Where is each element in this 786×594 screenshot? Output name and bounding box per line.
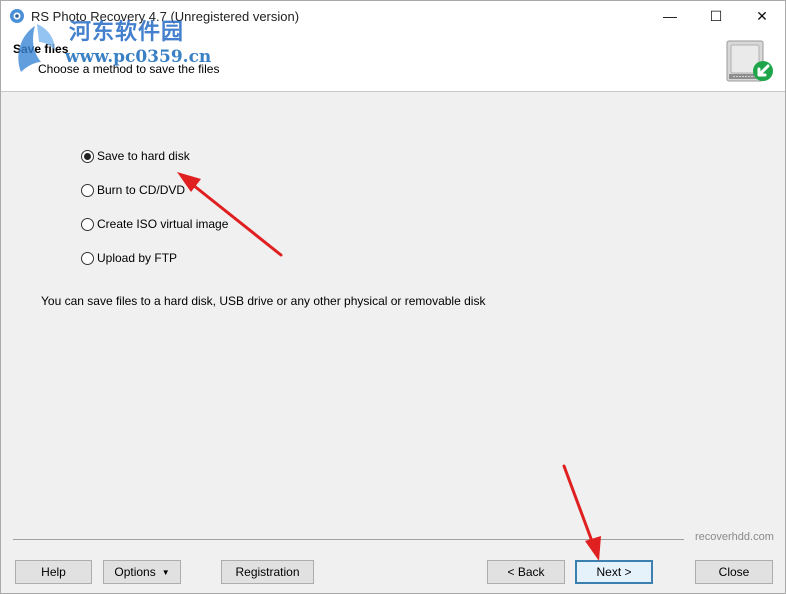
radio-button[interactable] (81, 251, 94, 265)
option-upload-by-ftp[interactable]: Upload by FTP (81, 249, 177, 267)
window-title: RS Photo Recovery 4.7 (Unregistered vers… (31, 9, 300, 24)
help-button-label: Help (41, 565, 66, 579)
radio-button[interactable] (81, 217, 94, 231)
wizard-header: RS Photo Recovery 4.7 (Unregistered vers… (1, 1, 785, 92)
brand-link: recoverhdd.com (695, 531, 774, 543)
close-window-button[interactable]: ✕ (739, 1, 785, 31)
wizard-title: Save files (13, 42, 69, 56)
option-label: Create ISO virtual image (97, 217, 229, 231)
registration-button[interactable]: Registration (221, 560, 314, 584)
radio-button[interactable] (81, 183, 94, 197)
annotation-arrow-next (562, 464, 601, 561)
help-button[interactable]: Help (15, 560, 92, 584)
option-burn-to-cd-dvd[interactable]: Burn to CD/DVD (81, 181, 185, 199)
options-button[interactable]: Options ▼ (103, 560, 181, 584)
next-button[interactable]: Next > (575, 560, 653, 584)
back-button-label: < Back (507, 565, 545, 579)
back-button[interactable]: < Back (487, 560, 565, 584)
caret-down-icon: ▼ (161, 567, 170, 577)
option-description: You can save files to a hard disk, USB d… (41, 294, 486, 308)
next-button-label: Next > (596, 565, 632, 579)
close-button[interactable]: Close (695, 560, 773, 584)
annotation-arrow-options (177, 172, 283, 257)
maximize-button[interactable]: ☐ (693, 1, 739, 31)
hard-drive-icon (726, 40, 773, 82)
option-label: Upload by FTP (97, 251, 178, 265)
radio-button[interactable] (81, 149, 94, 163)
option-label: Burn to CD/DVD (97, 183, 186, 197)
app-window: RS Photo Recovery 4.7 (Unregistered vers… (0, 0, 786, 594)
option-label: Save to hard disk (97, 149, 190, 163)
option-save-to-hard-disk[interactable]: Save to hard disk (81, 147, 190, 165)
footer-divider (13, 539, 684, 540)
wizard-subtitle: Choose a method to save the files (38, 62, 220, 76)
registration-button-label: Registration (235, 565, 300, 579)
option-create-iso-image[interactable]: Create ISO virtual image (81, 215, 228, 233)
app-icon (10, 9, 24, 23)
minimize-button[interactable]: — (647, 1, 693, 31)
options-button-label: Options (114, 565, 156, 579)
close-button-label: Close (718, 565, 750, 579)
